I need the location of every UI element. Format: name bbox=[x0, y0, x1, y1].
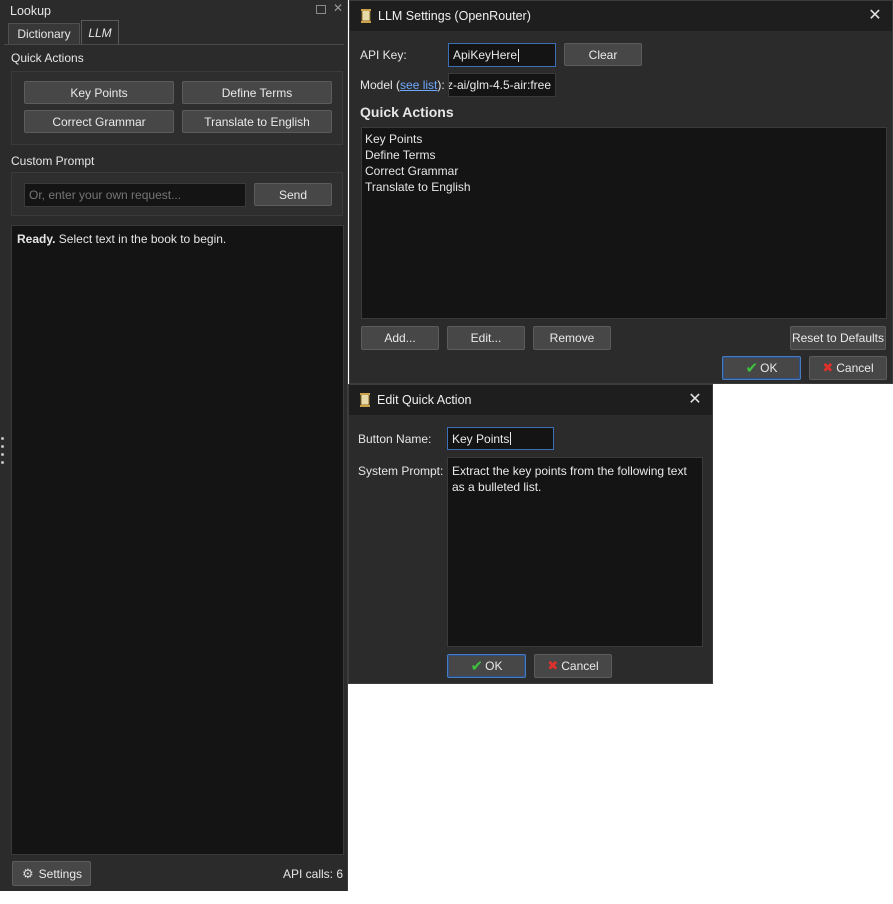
cancel-x-icon: ✖ bbox=[547, 658, 559, 673]
settings-button[interactable]: ⚙ Settings bbox=[12, 861, 91, 886]
model-input[interactable]: z-ai/glm-4.5-air:free bbox=[448, 73, 556, 97]
checkmark-icon: ✔ bbox=[470, 658, 484, 675]
api-calls-counter: API calls: 6 bbox=[282, 867, 343, 881]
translate-button[interactable]: Translate to English bbox=[182, 110, 332, 133]
define-terms-button[interactable]: Define Terms bbox=[182, 81, 332, 104]
close-icon[interactable]: ✕ bbox=[686, 391, 704, 409]
button-name-label: Button Name: bbox=[358, 432, 432, 446]
button-name-value: Key Points bbox=[452, 431, 510, 446]
text-caret bbox=[510, 432, 512, 445]
api-key-value: ApiKeyHere bbox=[453, 48, 518, 62]
translate-label: Translate to English bbox=[204, 114, 310, 129]
send-button[interactable]: Send bbox=[254, 183, 332, 206]
api-key-input[interactable]: ApiKeyHere bbox=[448, 43, 556, 67]
model-value: z-ai/glm-4.5-air:free bbox=[448, 78, 551, 92]
cancel-button[interactable]: ✖ Cancel bbox=[809, 356, 887, 380]
see-list-link[interactable]: see list bbox=[400, 78, 437, 92]
api-key-label: API Key: bbox=[360, 48, 407, 62]
settings-label: Settings bbox=[38, 866, 83, 881]
llm-settings-titlebar: LLM Settings (OpenRouter) ✕ bbox=[350, 1, 892, 31]
system-prompt-value: Extract the key points from the followin… bbox=[452, 464, 687, 494]
status-message: Ready. Select text in the book to begin. bbox=[17, 232, 226, 246]
clear-label: Clear bbox=[588, 47, 618, 62]
response-area[interactable]: Ready. Select text in the book to begin. bbox=[11, 225, 344, 855]
list-item[interactable]: Correct Grammar bbox=[365, 163, 886, 179]
status-text: Select text in the book to begin. bbox=[55, 232, 227, 246]
cancel-label: Cancel bbox=[836, 361, 874, 375]
button-name-input[interactable]: Key Points bbox=[447, 427, 554, 450]
lookup-title: Lookup bbox=[10, 4, 52, 18]
tab-dictionary[interactable]: Dictionary bbox=[8, 23, 80, 44]
edit-button[interactable]: Edit... bbox=[447, 326, 525, 350]
reset-defaults-button[interactable]: Reset to Defaults bbox=[790, 326, 886, 350]
ok-label: OK bbox=[760, 361, 778, 375]
custom-prompt-heading: Custom Prompt bbox=[11, 154, 95, 168]
ok-button[interactable]: ✔ OK bbox=[447, 654, 526, 678]
system-prompt-label: System Prompt: bbox=[358, 464, 444, 478]
correct-grammar-button[interactable]: Correct Grammar bbox=[24, 110, 174, 133]
clear-button[interactable]: Clear bbox=[564, 43, 642, 66]
close-icon[interactable]: ✕ bbox=[332, 2, 344, 14]
cancel-x-icon: ✖ bbox=[822, 360, 834, 375]
cancel-button[interactable]: ✖ Cancel bbox=[534, 654, 612, 678]
quick-actions-heading: Quick Actions bbox=[11, 51, 84, 65]
reset-defaults-label: Reset to Defaults bbox=[791, 331, 885, 345]
tab-dictionary-label: Dictionary bbox=[17, 27, 71, 41]
cancel-label: Cancel bbox=[561, 659, 599, 673]
status-bold: Ready. bbox=[17, 232, 56, 246]
text-caret bbox=[518, 48, 520, 62]
llm-quick-actions-heading: Quick Actions bbox=[360, 104, 454, 120]
list-item[interactable]: Define Terms bbox=[365, 147, 886, 163]
model-label-prefix: Model ( bbox=[360, 78, 401, 92]
edit-label: Edit... bbox=[470, 331, 502, 345]
ok-label: OK bbox=[485, 659, 503, 673]
tab-underline bbox=[4, 44, 344, 45]
resize-grip-handle[interactable] bbox=[1, 437, 6, 467]
llm-settings-title: LLM Settings (OpenRouter) bbox=[378, 9, 531, 23]
key-points-button[interactable]: Key Points bbox=[24, 81, 174, 104]
define-terms-label: Define Terms bbox=[221, 85, 293, 100]
edit-quick-action-dialog: Edit Quick Action ✕ Button Name: Key Poi… bbox=[348, 384, 713, 684]
model-label: Model (see list): bbox=[360, 78, 445, 92]
key-points-label: Key Points bbox=[70, 85, 128, 100]
quick-actions-list[interactable]: Key Points Define Terms Correct Grammar … bbox=[361, 127, 887, 319]
remove-label: Remove bbox=[549, 331, 595, 345]
scroll-app-icon bbox=[360, 393, 370, 407]
model-label-suffix: ): bbox=[437, 78, 445, 92]
list-item[interactable]: Key Points bbox=[365, 131, 886, 147]
remove-button[interactable]: Remove bbox=[533, 326, 611, 350]
ok-button[interactable]: ✔ OK bbox=[722, 356, 801, 380]
edit-quick-action-title: Edit Quick Action bbox=[377, 393, 472, 407]
close-icon[interactable]: ✕ bbox=[866, 7, 884, 25]
send-label: Send bbox=[278, 187, 308, 202]
correct-grammar-label: Correct Grammar bbox=[52, 114, 146, 129]
checkmark-icon: ✔ bbox=[745, 360, 759, 377]
float-icon[interactable] bbox=[316, 5, 326, 14]
custom-prompt-input[interactable] bbox=[24, 183, 246, 207]
llm-settings-dialog: LLM Settings (OpenRouter) ✕ API Key: Api… bbox=[349, 0, 893, 384]
scroll-app-icon bbox=[361, 9, 371, 23]
gear-icon: ⚙ bbox=[22, 865, 34, 881]
system-prompt-textarea[interactable]: Extract the key points from the followin… bbox=[447, 457, 703, 647]
edit-quick-action-titlebar: Edit Quick Action ✕ bbox=[349, 385, 712, 415]
lookup-panel: Lookup ✕ Dictionary LLM Quick Actions Ke… bbox=[0, 0, 348, 891]
add-label: Add... bbox=[384, 331, 416, 345]
tab-llm[interactable]: LLM bbox=[81, 20, 119, 44]
list-item[interactable]: Translate to English bbox=[365, 179, 886, 195]
tab-llm-label: LLM bbox=[88, 25, 112, 40]
add-button[interactable]: Add... bbox=[361, 326, 439, 350]
